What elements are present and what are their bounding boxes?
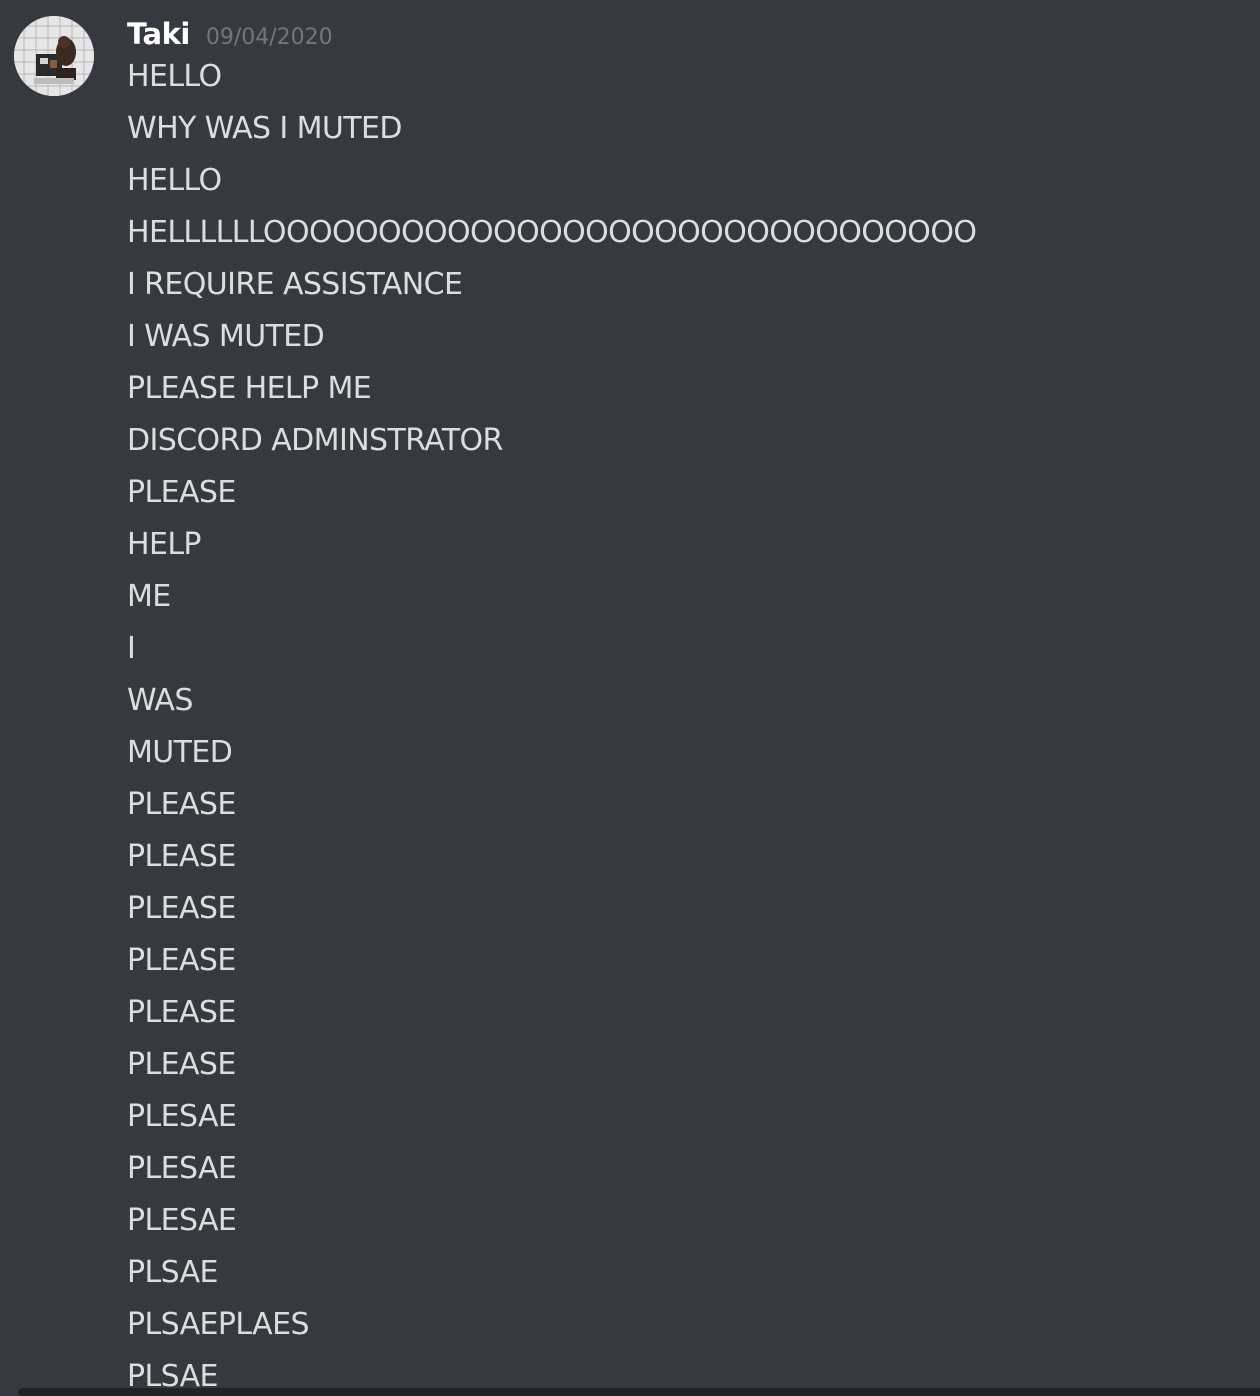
message-line: PLEASE HELP ME <box>127 371 372 406</box>
message-line: I REQUIRE ASSISTANCE <box>127 267 463 302</box>
message-line: PLSAE <box>127 1255 218 1290</box>
chat-pane: Taki 09/04/2020 HELLO WHY WAS I MUTED HE… <box>0 0 1260 1396</box>
message-line: HELLO <box>127 59 222 94</box>
message-line: PLEASE <box>127 995 236 1030</box>
avatar-image-icon <box>14 16 94 96</box>
message-line: PLESAE <box>127 1151 237 1186</box>
message-line: PLEASE <box>127 475 236 510</box>
message-line: HELLO <box>127 163 222 198</box>
message-header: Taki 09/04/2020 <box>127 12 333 56</box>
message-line: PLESAE <box>127 1203 237 1238</box>
message-line: I WAS MUTED <box>127 319 325 354</box>
timestamp: 09/04/2020 <box>205 25 333 50</box>
message-line: PLESAE <box>127 1099 237 1134</box>
message-line: PLEASE <box>127 787 236 822</box>
username[interactable]: Taki <box>127 17 190 51</box>
message-line: I <box>127 631 136 666</box>
message-line: PLSAEPLAES <box>127 1307 310 1342</box>
message-line: PLEASE <box>127 891 236 926</box>
message-line: HELLLLLLOOOOOOOOOOOOOOOOOOOOOOOOOOOOOOO <box>127 215 977 250</box>
user-avatar[interactable] <box>14 16 94 96</box>
message-line: PLEASE <box>127 1047 236 1082</box>
message-line: WAS <box>127 683 193 718</box>
message-line: MUTED <box>127 735 233 770</box>
message-line: DISCORD ADMINSTRATOR <box>127 423 503 458</box>
message-list: HELLO WHY WAS I MUTED HELLO HELLLLLLOOOO… <box>127 51 1227 1396</box>
message-line: ME <box>127 579 171 614</box>
horizontal-scrollbar[interactable] <box>18 1388 1260 1396</box>
message-line: PLEASE <box>127 943 236 978</box>
message-line: WHY WAS I MUTED <box>127 111 402 146</box>
message-line: HELP <box>127 527 202 562</box>
message-line: PLEASE <box>127 839 236 874</box>
